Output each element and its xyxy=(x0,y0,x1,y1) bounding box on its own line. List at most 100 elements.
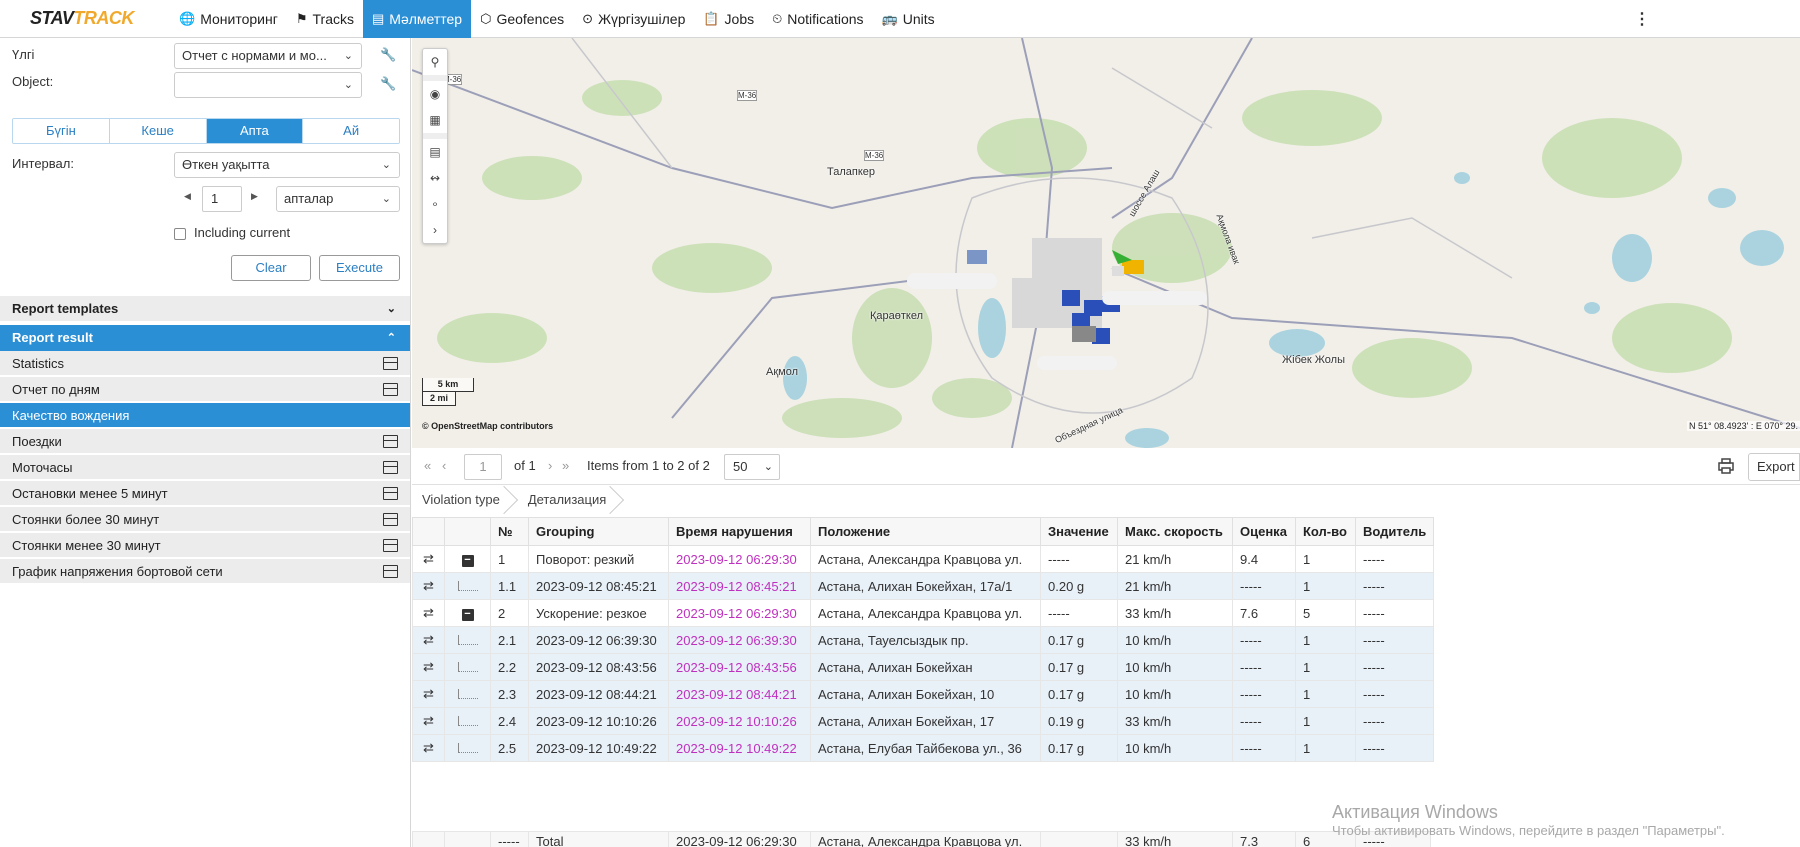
search-icon[interactable]: ⚲ xyxy=(423,49,447,75)
table-row[interactable]: ⇄ 2.5 2023-09-12 10:49:22 2023-09-12 10:49:… xyxy=(412,734,1435,762)
swap-icon[interactable]: ⇄ xyxy=(412,707,445,735)
cell-time[interactable]: 2023-09-12 10:10:26 xyxy=(668,707,811,735)
template-wrench-icon[interactable]: 🔧 xyxy=(380,47,396,63)
col-value[interactable]: Значение xyxy=(1040,517,1118,546)
cell-time[interactable]: 2023-09-12 10:49:22 xyxy=(668,734,811,762)
interval-unit-select[interactable]: апталар ⌄ xyxy=(276,186,400,212)
table-row[interactable]: ⇄ 1.1 2023-09-12 08:45:21 2023-09-12 08:45:… xyxy=(412,572,1435,600)
page-input[interactable]: 1 xyxy=(464,454,502,480)
report-item-4[interactable]: Моточасы xyxy=(0,455,410,481)
col-position[interactable]: Положение xyxy=(810,517,1041,546)
interval-select[interactable]: Өткен уақытта ⌄ xyxy=(174,152,400,178)
report-item-3[interactable]: Поездки xyxy=(0,429,410,455)
swap-icon[interactable]: ⇄ xyxy=(412,599,445,627)
next-page-icon[interactable]: › xyxy=(548,458,552,473)
more-menu-icon[interactable]: ⋮ xyxy=(1634,9,1650,29)
cell-time[interactable]: 2023-09-12 06:29:30 xyxy=(668,599,811,627)
table-view-icon[interactable] xyxy=(383,513,398,526)
object-wrench-icon[interactable]: 🔧 xyxy=(380,76,396,92)
report-item-8[interactable]: График напряжения бортовой сети xyxy=(0,559,410,585)
swap-icon[interactable]: ⇄ xyxy=(412,626,445,654)
nav-item-3[interactable]: ⬡ Geofences xyxy=(471,0,573,38)
swap-icon[interactable]: ⇄ xyxy=(412,545,445,573)
cell-time[interactable]: 2023-09-12 06:29:30 xyxy=(668,545,811,573)
table-view-icon[interactable] xyxy=(383,435,398,448)
cell-time[interactable]: 2023-09-12 08:43:56 xyxy=(668,653,811,681)
col-no[interactable]: № xyxy=(490,517,529,546)
template-select[interactable]: Отчет с нормами и мо... ⌄ xyxy=(174,43,362,69)
nav-item-4[interactable]: ⊙ Жүргізушілер xyxy=(573,0,694,38)
report-result-header[interactable]: Report result ⌃ xyxy=(0,325,410,351)
period-tab-3[interactable]: Ай xyxy=(303,119,399,143)
col-max-speed[interactable]: Макс. скорость xyxy=(1117,517,1233,546)
period-tab-0[interactable]: Бүгін xyxy=(13,119,110,143)
prev-page-icon[interactable]: ‹ xyxy=(442,458,446,473)
col-score[interactable]: Оценка xyxy=(1232,517,1296,546)
col-count[interactable]: Кол-во xyxy=(1295,517,1356,546)
decrement-icon[interactable]: ◀ xyxy=(184,191,191,202)
report-item-1[interactable]: Отчет по дням xyxy=(0,377,410,403)
increment-icon[interactable]: ▶ xyxy=(251,191,258,202)
including-current-checkbox[interactable] xyxy=(174,228,186,240)
interval-count-input[interactable]: 1 xyxy=(202,186,242,212)
col-grouping[interactable]: Grouping xyxy=(528,517,669,546)
table-view-icon[interactable] xyxy=(383,487,398,500)
table-row[interactable]: ⇄ 2.4 2023-09-12 10:10:26 2023-09-12 10:10:… xyxy=(412,707,1435,735)
breadcrumb-item-0[interactable]: Violation type xyxy=(412,486,518,514)
table-view-icon[interactable] xyxy=(383,357,398,370)
period-tab-1[interactable]: Кеше xyxy=(109,119,207,143)
print-icon[interactable] xyxy=(1716,456,1736,476)
nav-item-1[interactable]: ⚑ Tracks xyxy=(287,0,363,38)
table-view-icon[interactable] xyxy=(383,383,398,396)
waypoints-icon[interactable]: ∘ xyxy=(423,191,447,217)
table-row[interactable]: ⇄ 2.3 2023-09-12 08:44:21 2023-09-12 08:44:… xyxy=(412,680,1435,708)
execute-button[interactable]: Execute xyxy=(319,255,400,281)
swap-icon[interactable]: ⇄ xyxy=(412,680,445,708)
report-templates-header[interactable]: Report templates ⌄ xyxy=(0,296,410,322)
nav-item-2[interactable]: ▤ Мәлметтер xyxy=(362,0,472,38)
table-view-icon[interactable] xyxy=(383,565,398,578)
swap-icon[interactable]: ⇄ xyxy=(412,734,445,762)
route-icon[interactable]: ↭ xyxy=(423,165,447,191)
nav-item-6[interactable]: ⏲ Notifications xyxy=(763,0,872,38)
table-row[interactable]: ⇄ 2.2 2023-09-12 08:43:56 2023-09-12 08:43:… xyxy=(412,653,1435,681)
report-item-7[interactable]: Стоянки менее 30 минут xyxy=(0,533,410,559)
swap-icon[interactable]: ⇄ xyxy=(412,653,445,681)
cell-driver: ----- xyxy=(1354,680,1435,708)
report-item-5[interactable]: Остановки менее 5 минут xyxy=(0,481,410,507)
report-item-2[interactable]: Качество вождения xyxy=(0,403,410,429)
collapse-icon[interactable]: − xyxy=(444,545,491,573)
report-item-0[interactable]: Statistics xyxy=(0,351,410,377)
ruler-icon[interactable]: ▤ xyxy=(423,139,447,165)
col-driver[interactable]: Водитель xyxy=(1354,517,1435,546)
swap-icon[interactable]: ⇄ xyxy=(412,572,445,600)
table-view-icon[interactable] xyxy=(383,539,398,552)
breadcrumb-item-1[interactable]: Детализация xyxy=(518,486,624,514)
chevron-right-icon[interactable]: › xyxy=(423,217,447,243)
map-layers-icon[interactable]: ▦ xyxy=(423,107,447,133)
first-page-icon[interactable]: « xyxy=(424,458,431,473)
page-size-select[interactable]: 50 ⌄ xyxy=(724,454,780,480)
last-page-icon[interactable]: » xyxy=(562,458,569,473)
cell-time[interactable]: 2023-09-12 06:39:30 xyxy=(668,626,811,654)
eye-icon[interactable]: ◉ xyxy=(423,81,447,107)
map-view[interactable]: Талапкер Қараөткел Ақмол Жібек Жолы М-36… xyxy=(412,38,1800,448)
table-row[interactable]: ⇄ −2 Ускорение: резкое 2023-09-12 06:29:30 А… xyxy=(412,599,1435,627)
cell-time[interactable]: 2023-09-12 08:44:21 xyxy=(668,680,811,708)
clear-button[interactable]: Clear xyxy=(231,255,311,281)
logo[interactable]: STAVTRACK xyxy=(0,0,170,38)
col-time[interactable]: Время нарушения xyxy=(668,517,811,546)
export-button[interactable]: Export xyxy=(1748,453,1800,481)
nav-item-0[interactable]: 🌐 Мониторинг xyxy=(170,0,287,38)
map-attribution[interactable]: © OpenStreetMap contributors xyxy=(422,421,553,431)
nav-item-5[interactable]: 📋 Jobs xyxy=(694,0,763,38)
table-row[interactable]: ⇄ 2.1 2023-09-12 06:39:30 2023-09-12 06:39:… xyxy=(412,626,1435,654)
collapse-icon[interactable]: − xyxy=(444,599,491,627)
table-view-icon[interactable] xyxy=(383,461,398,474)
report-item-6[interactable]: Стоянки более 30 минут xyxy=(0,507,410,533)
object-select[interactable]: ⌄ xyxy=(174,72,362,98)
nav-item-7[interactable]: 🚌 Units xyxy=(873,0,944,38)
cell-time[interactable]: 2023-09-12 08:45:21 xyxy=(668,572,811,600)
period-tab-2[interactable]: Апта xyxy=(206,119,304,143)
table-row[interactable]: ⇄ −1 Поворот: резкий 2023-09-12 06:29:30 Аст… xyxy=(412,545,1435,573)
